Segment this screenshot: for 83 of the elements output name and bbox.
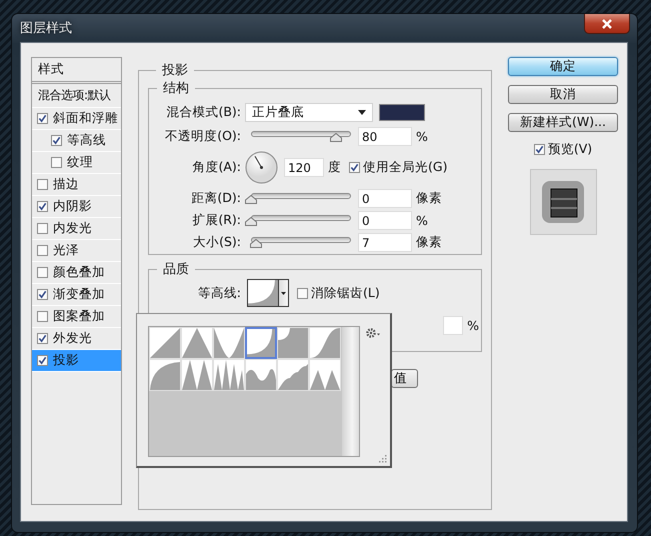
value-field[interactable]: 0 (358, 188, 412, 208)
checkbox-label: 使用全局光(G) (363, 158, 448, 176)
angle-dial[interactable] (245, 150, 278, 184)
style-list-item[interactable]: 等高线 (32, 130, 121, 152)
shadow-color-swatch[interactable] (379, 104, 425, 120)
checkbox[interactable] (349, 162, 360, 172)
contour-curve-icon (278, 360, 308, 390)
style-list-item[interactable]: 纹理 (32, 152, 121, 174)
unit-label: % (416, 212, 428, 228)
contour-curve-icon (247, 329, 275, 357)
contour-selector[interactable] (247, 279, 279, 307)
contour-preset[interactable] (245, 327, 277, 359)
style-list-item[interactable]: 内阴影 (32, 196, 121, 218)
unit-label: % (467, 318, 479, 332)
noise-field[interactable] (443, 316, 464, 334)
checkbox[interactable] (37, 311, 48, 322)
blend-mode-dropdown[interactable]: 正片叠底 (245, 102, 373, 122)
group-title: 结构 (162, 80, 190, 97)
field-label: 混合模式(B): (165, 104, 242, 120)
list-header: 样式 (32, 58, 121, 84)
checkbox[interactable] (37, 179, 48, 190)
slider-thumb[interactable] (250, 239, 262, 248)
checkbox[interactable] (51, 135, 62, 146)
field-label: 不透明度(O): (164, 128, 242, 144)
close-button[interactable] (584, 14, 630, 34)
checkbox-label: 预览(V) (548, 141, 592, 158)
scrollbar[interactable] (342, 327, 359, 456)
field-label: 角度(A): (191, 158, 242, 176)
dialog-button[interactable]: 新建样式(W)... (508, 113, 618, 132)
contour-curve-icon (246, 360, 276, 390)
style-list-item[interactable]: 描边 (32, 174, 121, 196)
angle-field[interactable]: 120 (284, 158, 324, 176)
blending-options-item[interactable]: 混合选项:默认 (32, 84, 121, 108)
style-list-item[interactable]: 光泽 (32, 240, 121, 262)
contour-curve-icon (182, 360, 212, 390)
unit-label: 像素 (416, 234, 442, 250)
dialog-button[interactable]: 取消 (508, 85, 618, 104)
style-list-item[interactable]: 投影 (32, 350, 121, 372)
checkbox[interactable] (37, 201, 48, 212)
reset-default-button[interactable]: 值 (391, 368, 418, 388)
window-title: 图层样式 (20, 20, 72, 37)
panel-title: 投影 (161, 62, 189, 79)
checkbox[interactable] (297, 288, 308, 298)
preview-thumbnail (530, 169, 596, 235)
caret-icon[interactable] (358, 110, 366, 114)
unit-label: % (416, 128, 428, 144)
gear-menu-icon[interactable] (365, 327, 381, 339)
group-title: 品质 (162, 261, 190, 278)
checkbox-label: 消除锯齿(L) (311, 284, 380, 302)
style-list-item[interactable]: 内发光 (32, 218, 121, 240)
checkbox[interactable] (534, 144, 545, 155)
slider-thumb[interactable] (245, 195, 257, 204)
field-label: 扩展(R): (191, 212, 242, 228)
caret-icon[interactable] (281, 292, 286, 294)
field-label: 等高线: (196, 284, 242, 302)
field-label: 距离(D): (190, 190, 242, 206)
contour-curve-icon (310, 360, 340, 390)
value-field[interactable]: 7 (358, 232, 412, 252)
contour-dropdown-button[interactable] (279, 279, 289, 307)
checkbox[interactable] (51, 157, 62, 168)
checkbox[interactable] (37, 289, 48, 300)
checkbox[interactable] (37, 245, 48, 256)
contour-curve-icon (248, 280, 278, 306)
style-list-item[interactable]: 斜面和浮雕 (32, 108, 121, 130)
style-list-item[interactable]: 图案叠加 (32, 306, 121, 328)
unit-label: 像素 (416, 190, 442, 206)
checkbox[interactable] (37, 355, 48, 366)
checkbox[interactable] (37, 267, 48, 278)
unit-label: 度 (328, 158, 341, 176)
slider-thumb[interactable] (245, 217, 257, 226)
style-list-item[interactable]: 渐变叠加 (32, 284, 121, 306)
close-icon[interactable] (602, 18, 612, 28)
value-field[interactable]: 80 (358, 126, 412, 146)
checkbox[interactable] (37, 113, 48, 124)
style-list-item[interactable]: 颜色叠加 (32, 262, 121, 284)
checkbox[interactable] (37, 223, 48, 234)
checkbox[interactable] (37, 333, 48, 344)
slider-thumb[interactable] (330, 133, 342, 142)
field-label: 大小(S): (192, 234, 242, 250)
dialog-button[interactable]: 确定 (508, 57, 618, 76)
resize-grip-icon[interactable] (379, 455, 387, 463)
value-field[interactable]: 0 (358, 210, 412, 230)
contour-curve-icon (214, 360, 244, 390)
